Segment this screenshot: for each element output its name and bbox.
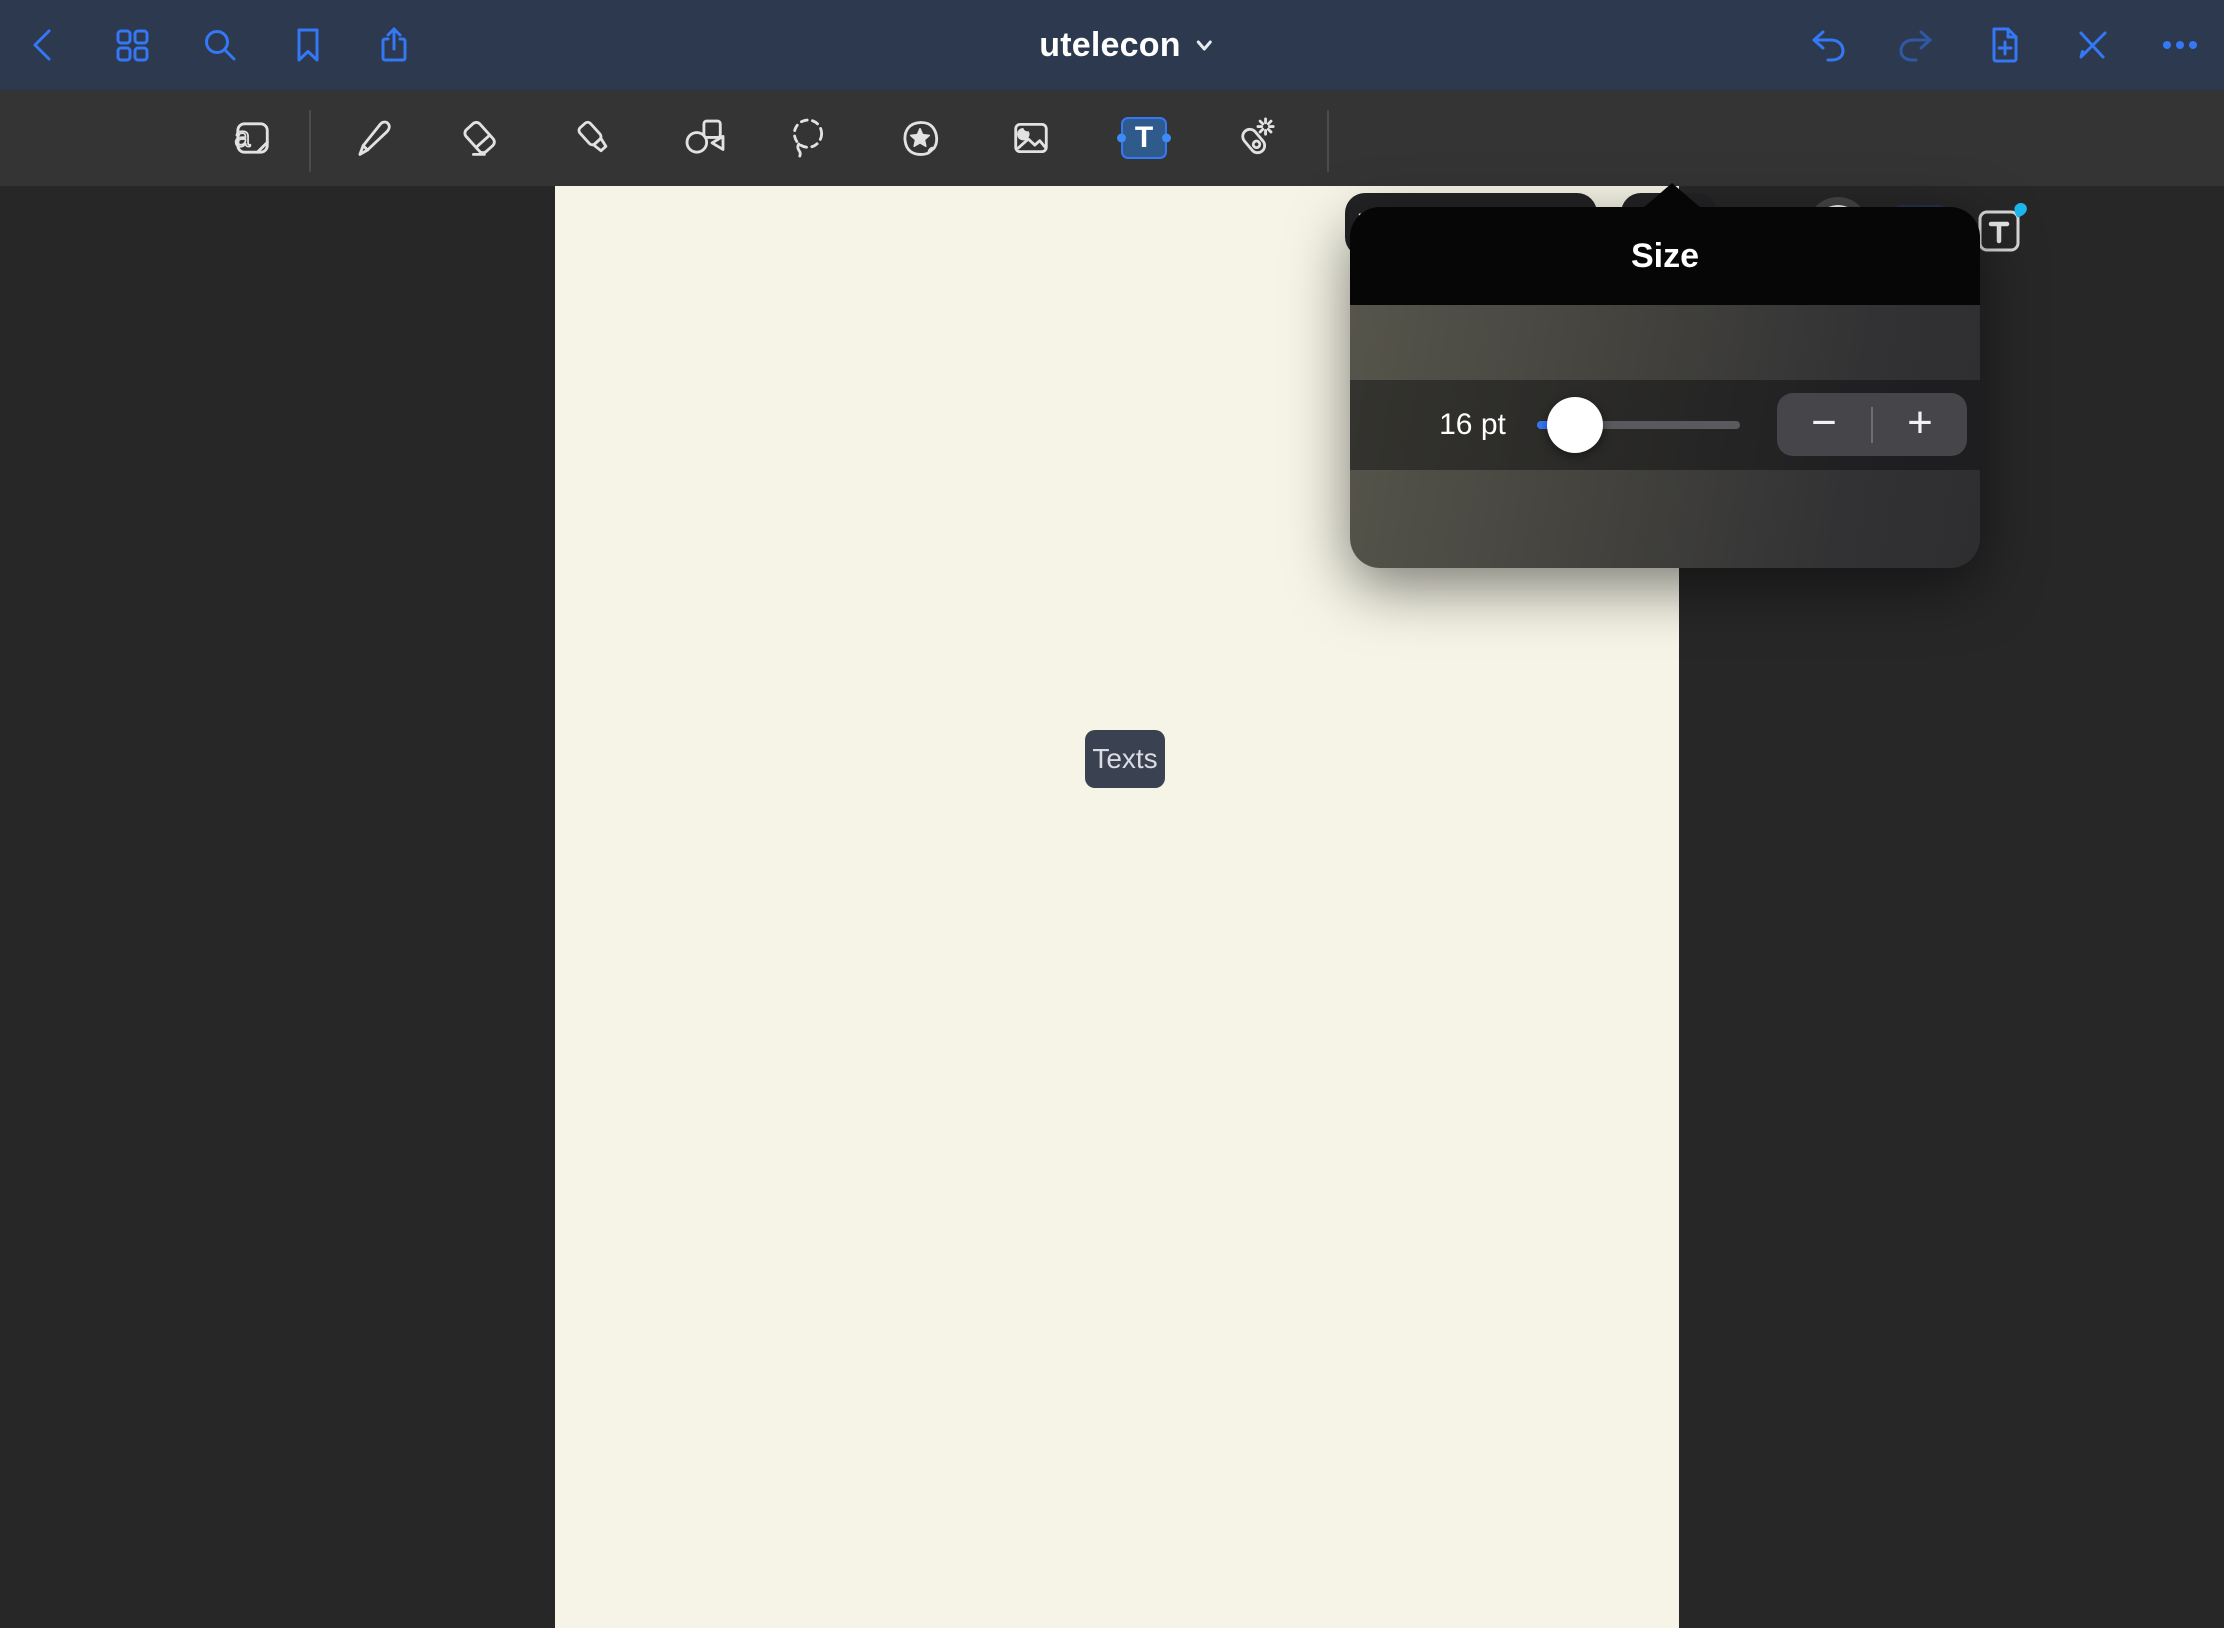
add-page-button[interactable] — [1982, 23, 2026, 67]
svg-text:a: a — [235, 122, 251, 154]
canvas-text-object[interactable]: Texts — [1085, 730, 1165, 788]
size-value-label: 16 pt — [1400, 380, 1545, 470]
favorite-text-icon — [1972, 200, 2030, 258]
search-button[interactable] — [198, 23, 242, 67]
size-popover: Size 16 pt − + — [1350, 207, 1980, 568]
eraser-tool-button[interactable] — [456, 114, 504, 162]
bookmark-button[interactable] — [286, 23, 330, 67]
back-chevron-icon — [22, 23, 66, 67]
favorite-text-style-button[interactable] — [1972, 200, 2030, 258]
search-icon — [198, 23, 242, 67]
zoom-window-tool-button[interactable]: a — [228, 114, 276, 162]
shapes-icon — [681, 114, 729, 162]
page-title: utelecon — [1039, 26, 1180, 65]
size-slider-row: 16 pt − + — [1350, 380, 1980, 470]
pen-icon — [349, 114, 397, 162]
share-button[interactable] — [372, 23, 416, 67]
bookmark-icon — [286, 23, 330, 67]
pen-tool-button[interactable] — [349, 114, 397, 162]
selection-handle-icon — [1117, 134, 1126, 143]
toolbar-divider — [1327, 110, 1329, 172]
undo-button[interactable] — [1807, 23, 1851, 67]
popover-header: Size — [1350, 207, 1980, 305]
pen-mode-toggle-button[interactable] — [2070, 23, 2114, 67]
tools-toolbar: a — [0, 90, 2224, 186]
text-tool-button[interactable]: T — [1120, 114, 1168, 162]
size-stepper: − + — [1777, 393, 1967, 456]
share-icon — [372, 23, 416, 67]
more-ellipsis-icon — [2158, 23, 2202, 67]
popover-title: Size — [1631, 237, 1699, 276]
image-tool-button[interactable] — [1007, 114, 1055, 162]
size-slider[interactable] — [1537, 380, 1740, 470]
zoom-window-icon: a — [228, 114, 276, 162]
highlighter-icon — [570, 114, 618, 162]
popover-arrow — [1642, 183, 1702, 209]
size-decrease-button[interactable]: − — [1777, 393, 1871, 456]
chevron-down-icon — [1193, 33, 1217, 57]
page-thumbnails-button[interactable] — [110, 23, 154, 67]
selection-handle-icon — [1162, 134, 1171, 143]
slider-thumb[interactable] — [1547, 397, 1603, 453]
lasso-tool-button[interactable] — [784, 114, 832, 162]
app-window: utelecon — [0, 0, 2224, 1628]
shapes-tool-button[interactable] — [681, 114, 729, 162]
document-title-button[interactable]: utelecon — [1039, 0, 1216, 90]
undo-icon — [1807, 23, 1851, 67]
laser-pointer-icon — [1229, 114, 1277, 162]
pen-mode-toggle-icon — [2070, 23, 2114, 67]
toolbar-divider — [309, 110, 311, 172]
back-button[interactable] — [22, 23, 66, 67]
size-increase-button[interactable]: + — [1873, 393, 1967, 456]
text-tool-selected-box: T — [1121, 117, 1167, 159]
sticker-icon — [896, 114, 944, 162]
image-icon — [1007, 114, 1055, 162]
popover-body: 16 pt − + — [1350, 305, 1980, 568]
top-navigation-bar: utelecon — [0, 0, 2224, 90]
more-options-button[interactable] — [2158, 23, 2202, 67]
laser-pointer-tool-button[interactable] — [1229, 114, 1277, 162]
eraser-icon — [456, 114, 504, 162]
redo-button[interactable] — [1893, 23, 1937, 67]
add-page-icon — [1982, 23, 2026, 67]
redo-icon — [1893, 23, 1937, 67]
lasso-icon — [784, 114, 832, 162]
page-thumbnails-icon — [110, 23, 154, 67]
sticker-tool-button[interactable] — [896, 114, 944, 162]
text-tool-icon: T — [1135, 123, 1153, 153]
highlighter-tool-button[interactable] — [570, 114, 618, 162]
